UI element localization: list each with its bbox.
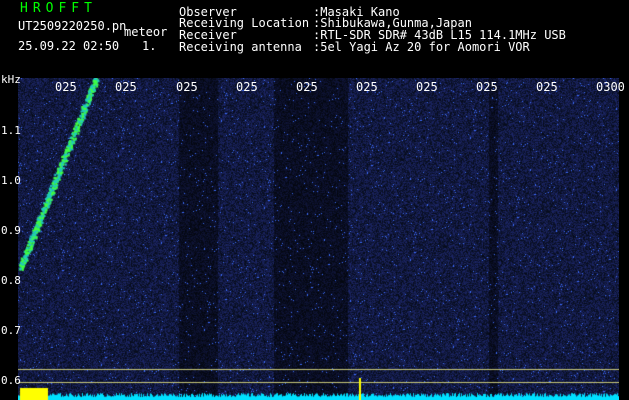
y-tick: 0.7	[1, 324, 21, 337]
antenna-value: :5el Yagi Az 20 for Aomori VOR	[313, 40, 530, 54]
x-tick: 025	[356, 80, 378, 94]
y-tick: 1.0	[1, 174, 21, 187]
y-tick: 0.6	[1, 374, 21, 387]
frequency-unit: kHz	[1, 73, 21, 86]
x-tick: 025	[176, 80, 198, 94]
x-tick: 025	[55, 80, 77, 94]
file-datetime: 25.09.22 02:50	[18, 39, 120, 53]
x-tick: 025	[476, 80, 498, 94]
waterfall-spectrogram	[18, 78, 619, 400]
x-tick: 0300	[596, 80, 625, 94]
x-tick: 025	[416, 80, 438, 94]
file-name: UT2509220250.pn	[18, 19, 127, 33]
file-counter: 1.	[142, 39, 157, 53]
file-tag: meteor	[124, 25, 168, 39]
x-tick: 025	[296, 80, 318, 94]
y-tick: 0.8	[1, 274, 21, 287]
y-tick: 0.9	[1, 224, 21, 237]
x-tick: 025	[236, 80, 258, 94]
antenna-label: Receiving antenna	[179, 40, 302, 54]
header-panel: HROFFT UT2509220250.pn meteor 25.09.22 0…	[0, 0, 629, 78]
y-tick: 1.1	[1, 124, 21, 137]
x-tick: 025	[536, 80, 558, 94]
app-title: HROFFT	[20, 1, 97, 16]
x-tick: 025	[115, 80, 137, 94]
